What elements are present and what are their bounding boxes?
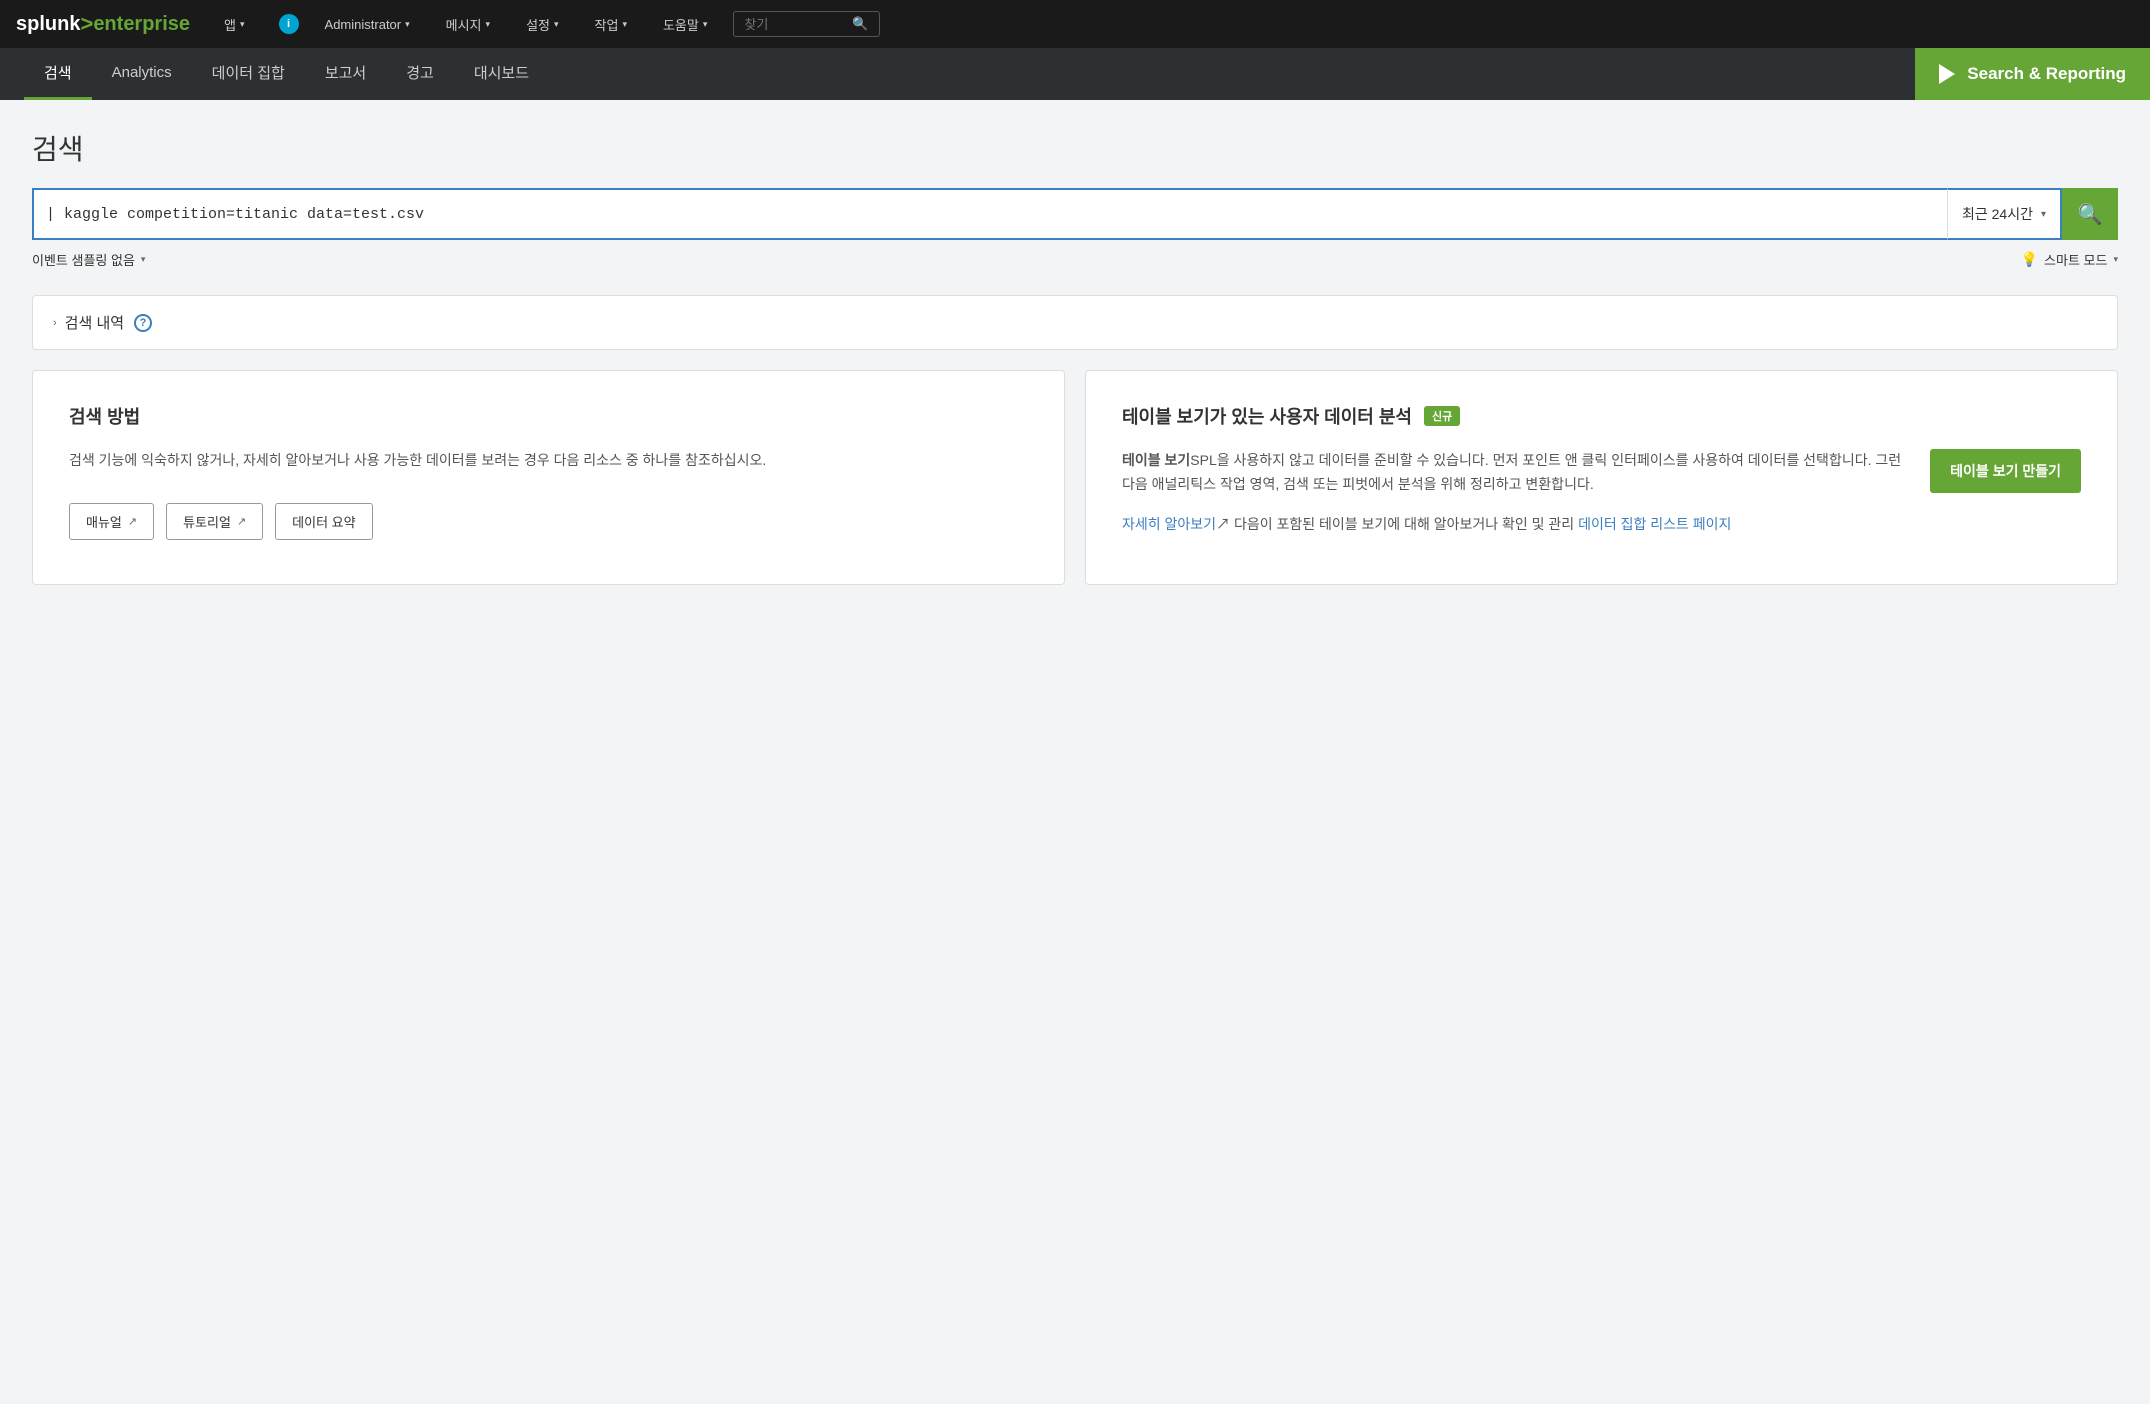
manual-button[interactable]: 매뉴얼 ↗ <box>69 503 154 540</box>
search-input[interactable] <box>46 206 1935 223</box>
tab-datasets[interactable]: 데이터 집합 <box>192 48 305 100</box>
help-label: 도움말 <box>663 15 699 34</box>
settings-chevron-icon: ▾ <box>554 19 559 30</box>
search-tips-title: 검색 방법 <box>69 403 1028 429</box>
tab-analytics-label: Analytics <box>112 64 172 81</box>
logo-enterprise-text: enterprise <box>93 13 190 36</box>
history-help-icon[interactable]: ? <box>134 314 152 332</box>
tutorial-external-icon: ↗ <box>237 515 246 528</box>
app-menu-chevron-icon: ▾ <box>240 19 245 30</box>
user-menu-chevron-icon: ▾ <box>405 19 410 30</box>
user-menu[interactable]: Administrator ▾ <box>315 13 420 36</box>
top-nav-right: i Administrator ▾ 메시지 ▾ 설정 ▾ 작업 ▾ 도움말 ▾ … <box>279 11 880 38</box>
activity-menu[interactable]: 작업 ▾ <box>585 11 637 38</box>
search-tips-buttons: 매뉴얼 ↗ 튜토리얼 ↗ 데이터 요약 <box>69 503 1028 540</box>
help-menu[interactable]: 도움말 ▾ <box>653 11 717 38</box>
sampling-dropdown[interactable]: 이벤트 샘플링 없음 ▾ <box>32 250 145 269</box>
app-menu[interactable]: 앱 ▾ <box>214 11 255 38</box>
history-chevron-icon: › <box>53 317 57 329</box>
activity-label: 작업 <box>595 15 619 34</box>
time-picker-chevron-icon: ▾ <box>2041 209 2046 220</box>
messages-chevron-icon: ▾ <box>486 19 491 30</box>
table-view-links: 자세히 알아보기↗ 다음이 포함된 테이블 보기에 대해 알아보거나 확인 및 … <box>1122 513 1906 537</box>
table-view-header: 테이블 보기가 있는 사용자 데이터 분석 신규 <box>1122 403 2081 429</box>
app-header-button[interactable]: Search & Reporting <box>1915 48 2150 100</box>
learn-more-icon: ↗ <box>1216 516 1230 532</box>
table-view-text: 테이블 보기SPL을 사용하지 않고 데이터를 준비할 수 있습니다. 먼저 포… <box>1122 449 1906 552</box>
smart-mode-label: 스마트 모드 <box>2044 250 2107 269</box>
table-view-bold: 테이블 보기 <box>1122 452 1190 468</box>
history-toggle[interactable]: › 검색 내역 <box>53 312 124 333</box>
settings-label: 설정 <box>526 15 550 34</box>
table-view-description: 테이블 보기SPL을 사용하지 않고 데이터를 준비할 수 있습니다. 먼저 포… <box>1122 449 1906 497</box>
tutorial-button-label: 튜토리얼 <box>183 512 231 531</box>
search-bar-container: 최근 24시간 ▾ 🔍 <box>32 188 2118 240</box>
help-chevron-icon: ▾ <box>703 19 708 30</box>
tab-dashboards-label: 대시보드 <box>474 62 529 83</box>
time-picker[interactable]: 최근 24시간 ▾ <box>1947 188 2062 240</box>
activity-chevron-icon: ▾ <box>622 19 627 30</box>
user-menu-label: Administrator <box>325 17 402 32</box>
data-summary-button[interactable]: 데이터 요약 <box>275 503 372 540</box>
search-button-icon: 🔍 <box>2078 202 2103 227</box>
manual-button-label: 매뉴얼 <box>86 512 122 531</box>
datasets-list-link[interactable]: 데이터 집합 리스트 페이지 <box>1578 516 1731 532</box>
table-view-desc-part2: 다음이 포함된 테이블 보기에 대해 알아보거나 확인 및 관리 <box>1234 516 1574 532</box>
tab-dashboards[interactable]: 대시보드 <box>454 48 549 100</box>
messages-label: 메시지 <box>446 15 482 34</box>
top-navigation: splunk>enterprise 앱 ▾ i Administrator ▾ … <box>0 0 2150 48</box>
new-badge: 신규 <box>1424 406 1460 426</box>
logo-arrow: > <box>80 11 93 37</box>
messages-menu[interactable]: 메시지 ▾ <box>436 11 500 38</box>
smart-mode-dropdown[interactable]: 💡 스마트 모드 ▾ <box>2021 250 2118 269</box>
data-summary-button-label: 데이터 요약 <box>292 512 355 531</box>
main-content: 검색 최근 24시간 ▾ 🔍 이벤트 샘플링 없음 ▾ 💡 스마트 모드 ▾ ›… <box>0 100 2150 613</box>
info-icon[interactable]: i <box>279 14 299 34</box>
tab-reports-label: 보고서 <box>325 62 366 83</box>
history-label: 검색 내역 <box>65 312 124 333</box>
table-view-card: 테이블 보기가 있는 사용자 데이터 분석 신규 테이블 보기SPL을 사용하지… <box>1085 370 2118 585</box>
search-tips-card: 검색 방법 검색 기능에 익숙하지 않거나, 자세히 알아보거나 사용 가능한 … <box>32 370 1065 585</box>
time-picker-label: 최근 24시간 <box>1962 204 2033 224</box>
sampling-label: 이벤트 샘플링 없음 <box>32 250 135 269</box>
smart-mode-chevron-icon: ▾ <box>2113 254 2118 265</box>
tab-alerts-label: 경고 <box>406 62 434 83</box>
global-search-icon: 🔍 <box>852 16 868 32</box>
sampling-chevron-icon: ▾ <box>141 254 146 265</box>
tab-datasets-label: 데이터 집합 <box>212 62 285 83</box>
tab-alerts[interactable]: 경고 <box>386 48 454 100</box>
options-row: 이벤트 샘플링 없음 ▾ 💡 스마트 모드 ▾ <box>32 240 2118 279</box>
settings-menu[interactable]: 설정 ▾ <box>516 11 568 38</box>
tab-search-label: 검색 <box>44 62 72 83</box>
splunk-logo[interactable]: splunk>enterprise <box>16 11 190 37</box>
global-search-input[interactable] <box>744 17 844 32</box>
app-play-icon <box>1939 64 1955 84</box>
tab-analytics[interactable]: Analytics <box>92 48 192 100</box>
tab-search[interactable]: 검색 <box>24 48 92 100</box>
search-button[interactable]: 🔍 <box>2062 188 2118 240</box>
manual-external-icon: ↗ <box>128 515 137 528</box>
logo-splunk-text: splunk <box>16 13 80 36</box>
search-input-wrapper <box>32 188 1947 240</box>
cards-row: 검색 방법 검색 기능에 익숙하지 않거나, 자세히 알아보거나 사용 가능한 … <box>32 370 2118 585</box>
global-search-box[interactable]: 🔍 <box>733 11 879 37</box>
bulb-icon: 💡 <box>2021 251 2038 268</box>
table-view-desc-part1: SPL을 사용하지 않고 데이터를 준비할 수 있습니다. 먼저 포인트 앤 클… <box>1122 452 1901 492</box>
tutorial-button[interactable]: 튜토리얼 ↗ <box>166 503 263 540</box>
page-title: 검색 <box>32 128 2118 168</box>
learn-more-link[interactable]: 자세히 알아보기 <box>1122 516 1216 532</box>
search-history-panel: › 검색 내역 ? <box>32 295 2118 350</box>
app-menu-label: 앱 <box>224 15 236 34</box>
table-view-title: 테이블 보기가 있는 사용자 데이터 분석 <box>1122 403 1412 429</box>
app-name-label: Search & Reporting <box>1967 64 2126 84</box>
search-tips-body: 검색 기능에 익숙하지 않거나, 자세히 알아보거나 사용 가능한 데이터를 보… <box>69 449 1028 471</box>
secondary-navigation: 검색 Analytics 데이터 집합 보고서 경고 대시보드 Search &… <box>0 48 2150 100</box>
create-table-view-button[interactable]: 테이블 보기 만들기 <box>1930 449 2081 493</box>
table-view-body: 테이블 보기SPL을 사용하지 않고 데이터를 준비할 수 있습니다. 먼저 포… <box>1122 449 2081 552</box>
tab-reports[interactable]: 보고서 <box>305 48 386 100</box>
